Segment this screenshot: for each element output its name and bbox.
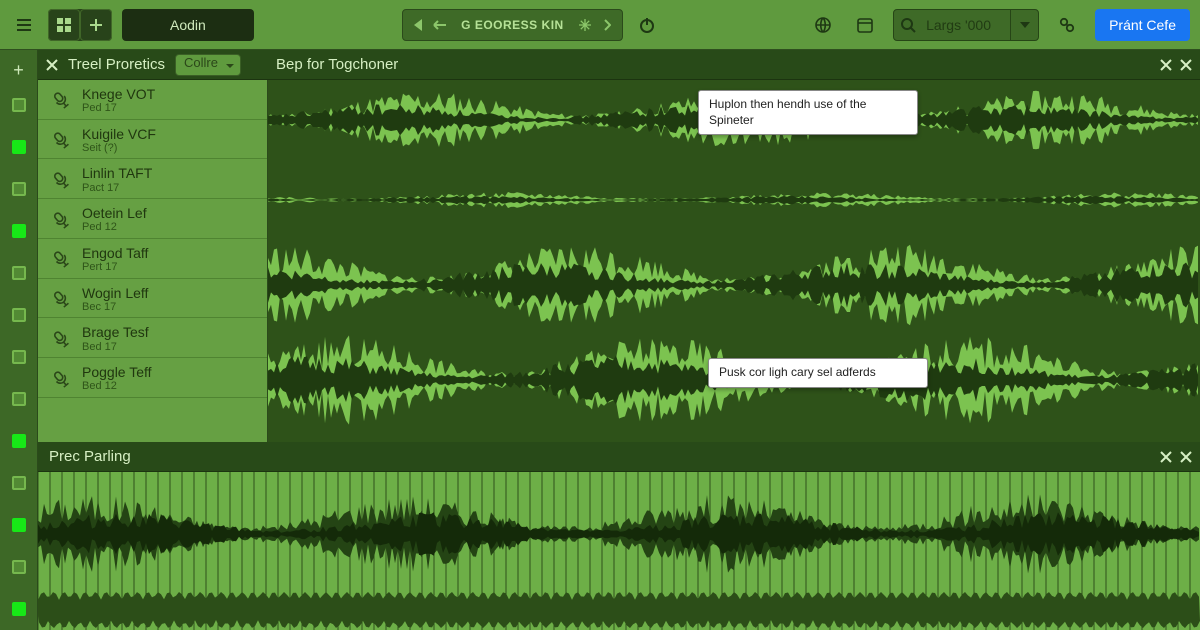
transport-stepback-icon[interactable]	[429, 11, 451, 39]
lower-panel-header: x Prec Parling	[38, 442, 1200, 472]
project-title[interactable]: Aodin	[122, 9, 254, 41]
cale-icon[interactable]	[851, 11, 879, 39]
waveform-pane[interactable]: Huplon then hendh use of the Spineter Pu…	[268, 80, 1200, 442]
track-marker[interactable]	[12, 266, 26, 280]
track-marker[interactable]	[12, 308, 26, 322]
lower-close2-icon[interactable]	[1180, 451, 1192, 463]
main-panel-title: Bep for Togchoner	[276, 56, 398, 73]
track-info: Pert 17	[82, 261, 148, 274]
add-button[interactable]	[80, 9, 112, 41]
track-row[interactable]: Linlin TAFTPact 17	[38, 159, 267, 199]
track-marker[interactable]	[12, 140, 26, 154]
main-close2-icon[interactable]	[1180, 59, 1192, 71]
track-info: Seit (?)	[82, 142, 156, 155]
tooltip-note-b: Pusk cor ligh cary sel adferds	[708, 358, 928, 388]
globe-icon[interactable]	[809, 11, 837, 39]
track-info: Bec 17	[82, 301, 148, 314]
mic-icon	[46, 164, 77, 195]
track-name: Poggle Teff	[82, 364, 152, 380]
transport-prev-icon[interactable]	[407, 11, 429, 39]
track-marker[interactable]	[12, 476, 26, 490]
track-list: Knege VOTPed 17Kuigile VCFSeit (?)Linlin…	[38, 80, 268, 442]
lower-close-icon[interactable]	[1160, 451, 1172, 463]
transport-title: G EOORESS KIN	[451, 18, 574, 32]
track-marker[interactable]	[12, 182, 26, 196]
track-name: Engod Taff	[82, 245, 148, 261]
link-icon[interactable]	[1053, 11, 1081, 39]
search-input[interactable]	[922, 17, 1010, 33]
track-row[interactable]: Wogin LeffBec 17	[38, 279, 267, 319]
track-info: Ped 12	[82, 221, 147, 234]
tracks-panel-header: Treel Proretics Collre	[38, 50, 268, 80]
mic-icon	[46, 125, 77, 156]
track-name: Oetein Lef	[82, 205, 147, 221]
track-marker[interactable]	[12, 518, 26, 532]
grid-add-group	[48, 9, 112, 41]
track-marker[interactable]	[12, 392, 26, 406]
search-dropdown-icon[interactable]	[1010, 9, 1038, 41]
workspace: + Treel Proretics Collre Bep for Togchon…	[0, 50, 1200, 630]
track-name: Knege VOT	[82, 86, 155, 102]
transport-cluster: G EOORESS KIN	[402, 9, 623, 41]
track-info: Pact 17	[82, 182, 152, 195]
mic-icon	[46, 363, 77, 394]
main-close-icon[interactable]	[1160, 59, 1172, 71]
top-bar: Aodin G EOORESS KIN	[0, 0, 1200, 50]
add-track-icon[interactable]: +	[0, 56, 37, 84]
track-row[interactable]: Oetein LefPed 12	[38, 199, 267, 239]
search-icon[interactable]	[894, 17, 922, 33]
search-group	[893, 9, 1039, 41]
mic-icon	[46, 284, 77, 315]
power-icon[interactable]	[633, 11, 661, 39]
mic-icon	[46, 323, 77, 354]
marker-strip: +	[0, 50, 38, 630]
menu-icon[interactable]	[10, 11, 38, 39]
track-row[interactable]: Knege VOTPed 17	[38, 80, 267, 120]
track-marker[interactable]	[12, 98, 26, 112]
transport-next-icon[interactable]	[596, 11, 618, 39]
mic-icon	[46, 204, 77, 235]
tracks-close-icon[interactable]	[46, 59, 58, 71]
track-info: Ped 17	[82, 102, 155, 115]
lower-panel-title: Prec Parling	[49, 448, 131, 465]
track-marker[interactable]	[12, 560, 26, 574]
track-info: Bed 17	[82, 341, 149, 354]
tracks-panel-title: Treel Proretics	[68, 56, 165, 73]
track-marker[interactable]	[12, 224, 26, 238]
track-row[interactable]: Kuigile VCFSeit (?)	[38, 120, 267, 160]
track-marker[interactable]	[12, 602, 26, 616]
primary-action-button[interactable]: Pránt Cefe	[1095, 9, 1190, 41]
track-name: Brage Tesf	[82, 324, 149, 340]
track-name: Linlin TAFT	[82, 165, 152, 181]
track-row[interactable]: Engod TaffPert 17	[38, 239, 267, 279]
track-marker[interactable]	[12, 350, 26, 364]
detail-waveform[interactable]	[38, 472, 1200, 630]
track-row[interactable]: Brage TesfBed 17	[38, 318, 267, 358]
mic-icon	[46, 85, 77, 116]
track-name: Wogin Leff	[82, 285, 148, 301]
track-marker[interactable]	[12, 434, 26, 448]
track-name: Kuigile VCF	[82, 126, 156, 142]
transport-snow-icon[interactable]	[574, 11, 596, 39]
track-info: Bed 12	[82, 380, 152, 393]
grid-icon[interactable]	[48, 9, 80, 41]
tooltip-note-a: Huplon then hendh use of the Spineter	[698, 90, 918, 135]
main-panel-header: Bep for Togchoner	[268, 50, 1200, 80]
track-row[interactable]: Poggle TeffBed 12	[38, 358, 267, 398]
mic-icon	[46, 244, 77, 275]
tracks-filter-select[interactable]: Collre	[175, 54, 241, 76]
